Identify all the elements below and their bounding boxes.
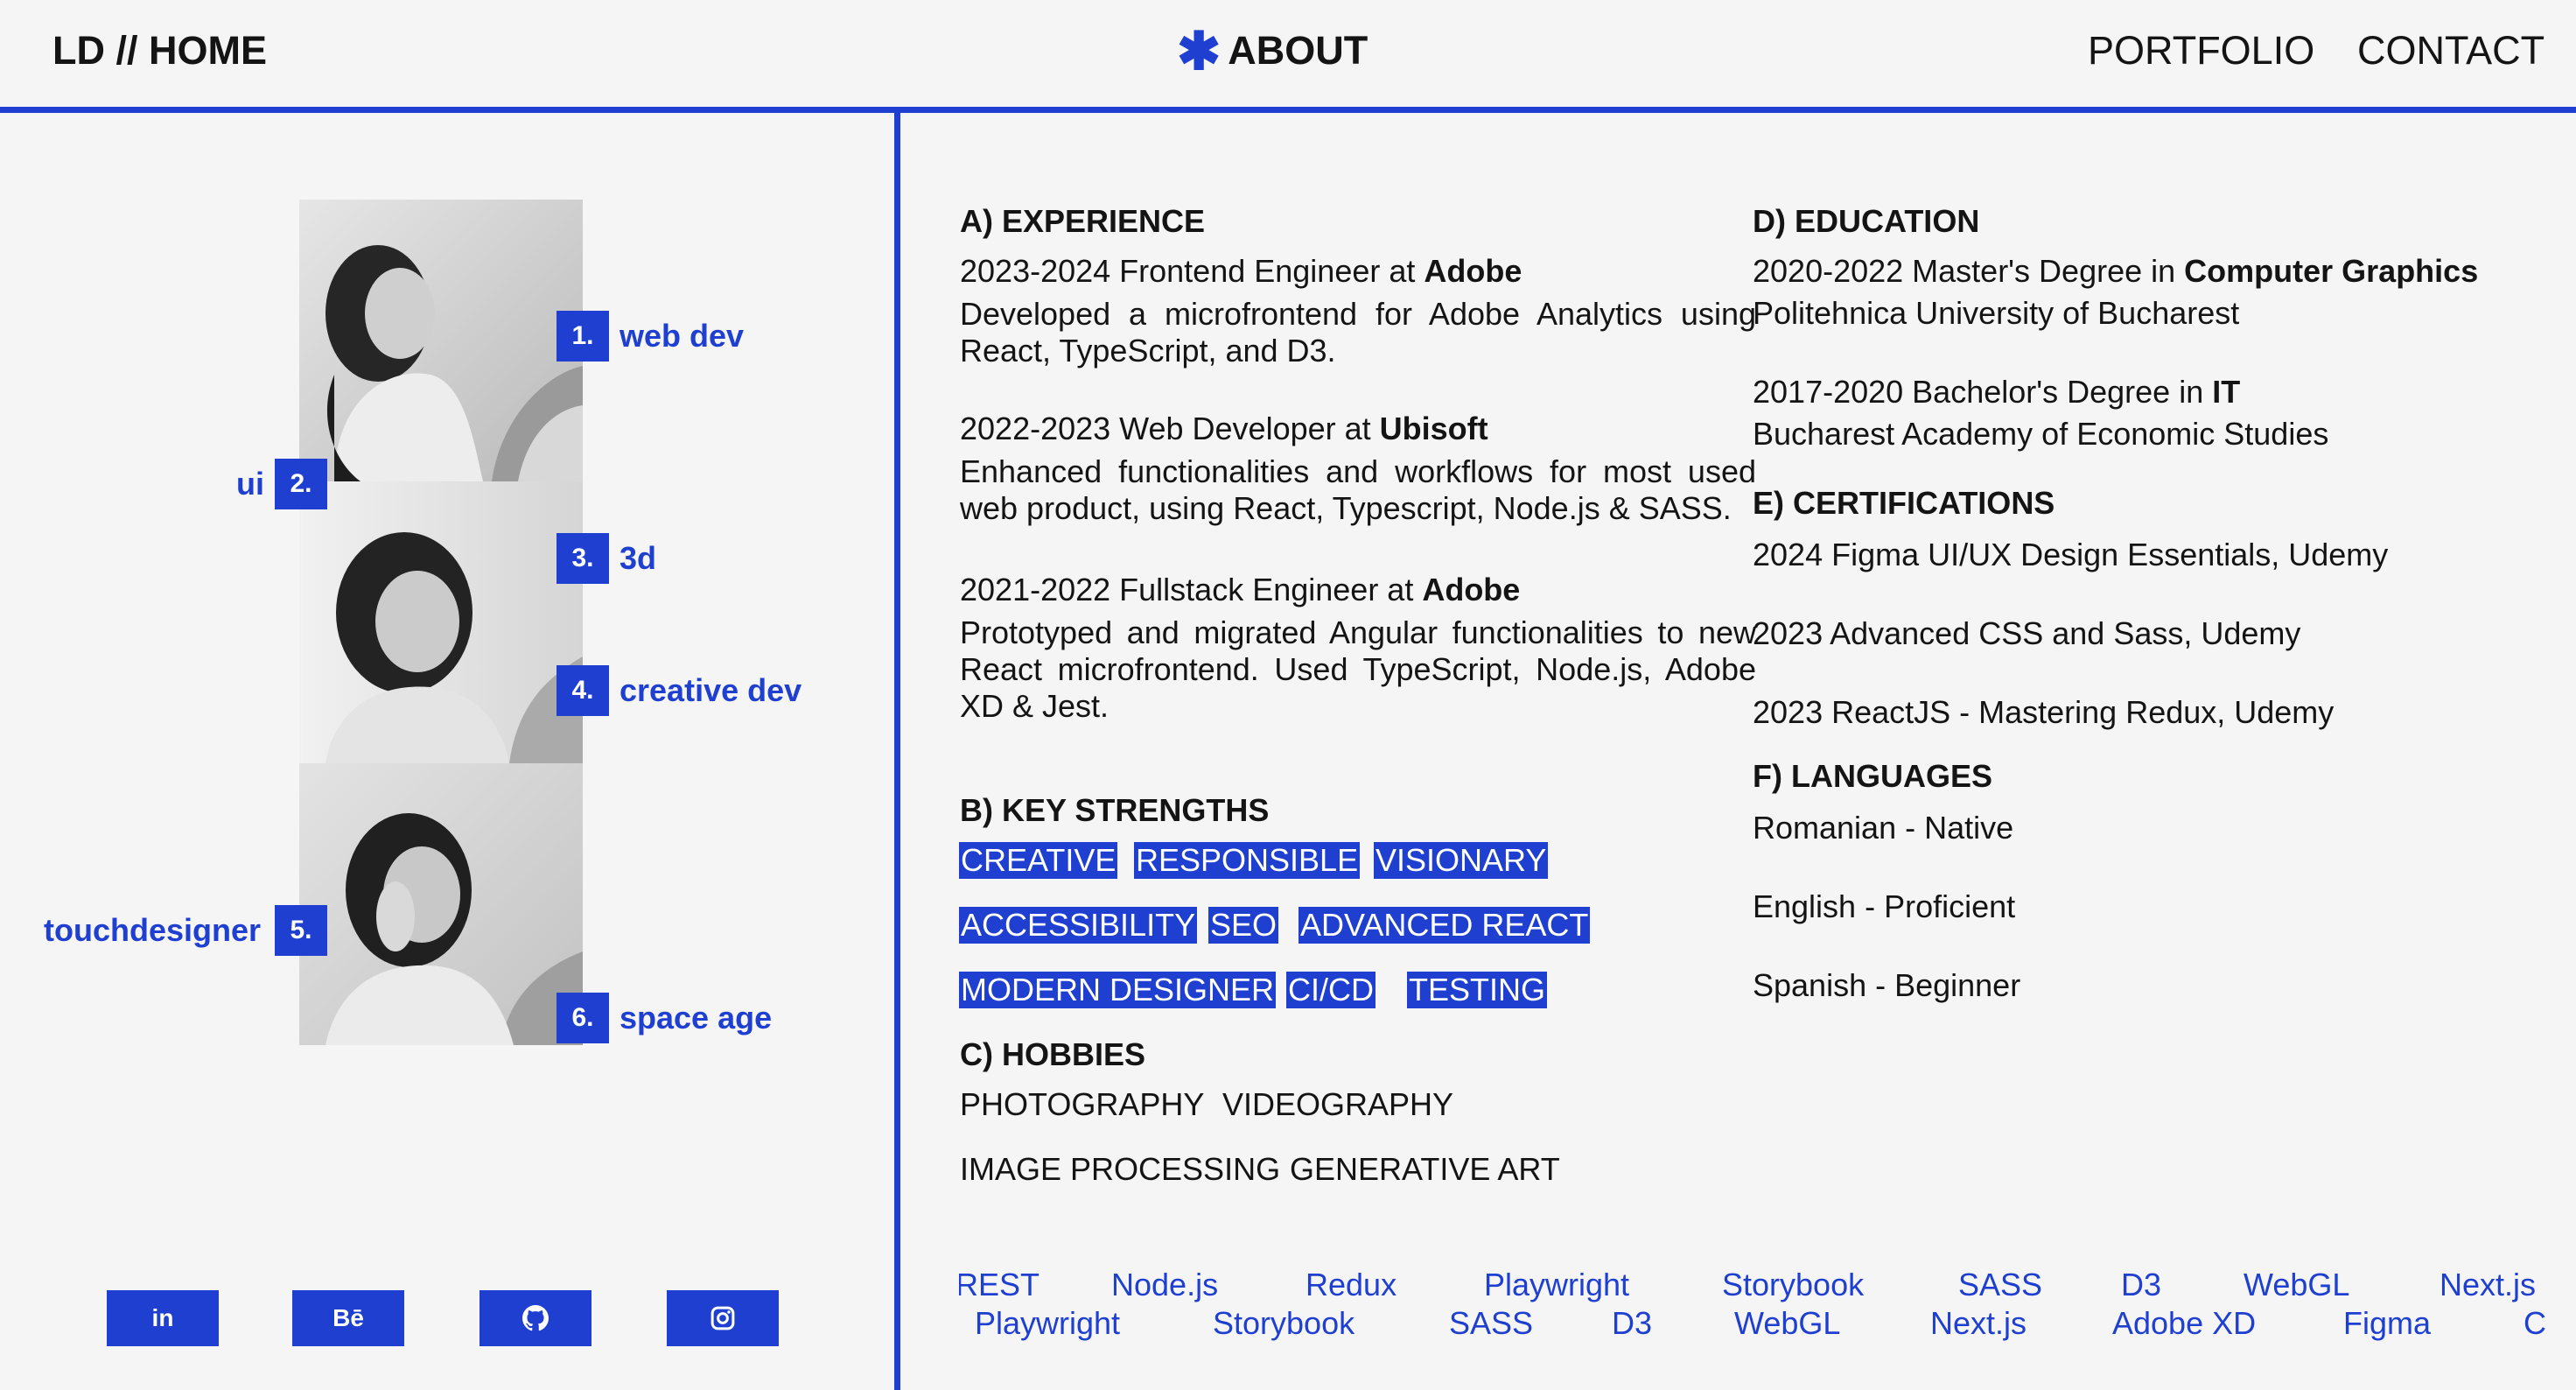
experience-item: 2022-2023 Web Developer at Ubisoft Enhan… [960, 410, 1756, 527]
ticker-item: Playwright [975, 1305, 1121, 1341]
tech-ticker: REST Node.js Redux Playwright Storybook … [959, 1266, 2550, 1353]
tag-number-5: 5. [275, 905, 327, 956]
instagram-button[interactable] [667, 1290, 779, 1346]
portrait-photo-3 [299, 763, 583, 1045]
education-field: IT [2212, 374, 2241, 410]
hobbies-heading: C) HOBBIES [960, 1036, 1146, 1072]
strength-chip: ADVANCED REACT [1298, 907, 1591, 944]
education-degree: 2017-2020 Bachelor's Degree in [1753, 374, 2213, 410]
ticker-item: Storybook [1213, 1305, 1355, 1341]
ticker-item: Adobe XD [2112, 1305, 2257, 1341]
nav-about-label: ABOUT [1228, 28, 1368, 73]
education-item: 2017-2020 Bachelor's Degree in IT Buchar… [1753, 373, 2549, 453]
tag-creative-dev: creative dev [620, 672, 802, 708]
tag-number-3: 3. [556, 533, 609, 584]
education-field: Computer Graphics [2184, 253, 2479, 289]
tag-touchdesigner: touchdesigner [44, 912, 262, 948]
ticker-item: D3 [1612, 1305, 1653, 1341]
certifications-heading: E) CERTIFICATIONS [1753, 485, 2055, 521]
tag-number-2: 2. [275, 459, 327, 509]
ticker-item: Playwright [1484, 1267, 1630, 1302]
strength-chip: ACCESSIBILITY [959, 907, 1198, 944]
ticker-item: Next.js [1930, 1305, 2027, 1341]
experience-company: Ubisoft [1379, 411, 1488, 446]
ticker-item: Next.js [2440, 1267, 2537, 1302]
experience-description: Prototyped and migrated Angular function… [960, 614, 1756, 724]
ticker-item: Node.js [1111, 1267, 1219, 1302]
language-item: Spanish - Beginner [1753, 967, 2021, 1003]
nav-portfolio-link[interactable]: PORTFOLIO [2088, 26, 2314, 75]
experience-role: 2021-2022 Fullstack Engineer at [960, 572, 1423, 607]
experience-company: Adobe [1422, 572, 1521, 607]
ticker-item: Figma [2343, 1305, 2432, 1341]
ticker-item: WebGL [2244, 1267, 2350, 1302]
experience-role: 2022-2023 Web Developer at [960, 411, 1380, 446]
tag-space-age: space age [620, 1000, 773, 1035]
github-icon [522, 1305, 549, 1331]
education-section: D) EDUCATION 2020-2022 Master's Degree i… [1753, 201, 2549, 453]
header-divider [0, 107, 2576, 113]
ticker-item: Redux [1306, 1267, 1397, 1302]
experience-heading: A) EXPERIENCE [960, 203, 1206, 239]
languages-heading: F) LANGUAGES [1753, 758, 1992, 794]
certification-item: 2023 Advanced CSS and Sass, Udemy [1753, 615, 2301, 651]
experience-item: 2023-2024 Frontend Engineer at Adobe Dev… [960, 252, 1756, 369]
instagram-icon [710, 1306, 735, 1330]
education-heading: D) EDUCATION [1753, 203, 1980, 239]
education-school: Politehnica University of Bucharest [1753, 295, 2240, 331]
tag-number-1: 1. [556, 311, 609, 362]
experience-section: A) EXPERIENCE 2023-2024 Frontend Enginee… [960, 201, 1756, 725]
strength-chip: MODERN DESIGNER [959, 972, 1277, 1008]
experience-company: Adobe [1424, 253, 1522, 289]
portrait-photo-2 [299, 481, 583, 763]
tag-number-4: 4. [556, 665, 609, 716]
ticker-item: C [2524, 1305, 2546, 1341]
github-button[interactable] [480, 1290, 592, 1346]
strength-chip: CREATIVE [959, 842, 1118, 879]
tag-number-6: 6. [556, 993, 609, 1043]
ticker-item: SASS [1958, 1267, 2043, 1302]
experience-description: Enhanced functionalities and workflows f… [960, 453, 1756, 526]
behance-button[interactable]: Bē [292, 1290, 404, 1346]
nav-about-link[interactable]: ✱ ABOUT [1177, 25, 1368, 78]
education-item: 2020-2022 Master's Degree in Computer Gr… [1753, 252, 2549, 333]
language-item: Romanian - Native [1753, 810, 2014, 846]
strengths-heading: B) KEY STRENGTHS [960, 792, 1270, 828]
certification-item: 2024 Figma UI/UX Design Essentials, Udem… [1753, 537, 2389, 572]
top-nav: LD // HOME ✱ ABOUT PORTFOLIO CONTACT [0, 0, 2576, 109]
ticker-item: Storybook [1722, 1267, 1865, 1302]
strength-chip: TESTING [1407, 972, 1548, 1008]
linkedin-button[interactable]: in [107, 1290, 219, 1346]
portrait-photo-1 [299, 200, 583, 481]
strength-chip: RESPONSIBLE [1134, 842, 1361, 879]
hobby-item: PHOTOGRAPHY [960, 1086, 1205, 1122]
experience-role: 2023-2024 Frontend Engineer at [960, 253, 1424, 289]
language-item: English - Proficient [1753, 888, 2016, 924]
column-divider [894, 113, 900, 1390]
hobby-item: VIDEOGRAPHY [1222, 1086, 1454, 1122]
nav-home-link[interactable]: LD // HOME [52, 26, 267, 75]
asterisk-icon: ✱ [1177, 22, 1222, 81]
behance-icon: Bē [332, 1304, 364, 1331]
certification-item: 2023 ReactJS - Mastering Redux, Udemy [1753, 694, 2334, 730]
ticker-item: REST [959, 1267, 1040, 1302]
strength-chip: SEO [1208, 907, 1279, 944]
experience-item: 2021-2022 Fullstack Engineer at Adobe Pr… [960, 571, 1756, 725]
education-degree: 2020-2022 Master's Degree in [1753, 253, 2185, 289]
hobby-item: IMAGE PROCESSING [960, 1151, 1281, 1187]
strength-chip: VISIONARY [1374, 842, 1549, 879]
ticker-item: D3 [2121, 1267, 2162, 1302]
experience-description: Developed a microfrontend for Adobe Anal… [960, 296, 1756, 369]
tag-ui: ui [236, 466, 264, 502]
nav-contact-link[interactable]: CONTACT [2357, 26, 2544, 75]
ticker-item: SASS [1449, 1305, 1534, 1341]
tag-web-dev: web dev [620, 318, 745, 354]
hobby-item: GENERATIVE ART [1290, 1151, 1560, 1187]
linkedin-icon: in [151, 1304, 174, 1331]
ticker-item: WebGL [1734, 1305, 1841, 1341]
tag-3d: 3d [620, 540, 657, 576]
education-school: Bucharest Academy of Economic Studies [1753, 416, 2329, 452]
strength-chip: CI/CD [1286, 972, 1376, 1008]
